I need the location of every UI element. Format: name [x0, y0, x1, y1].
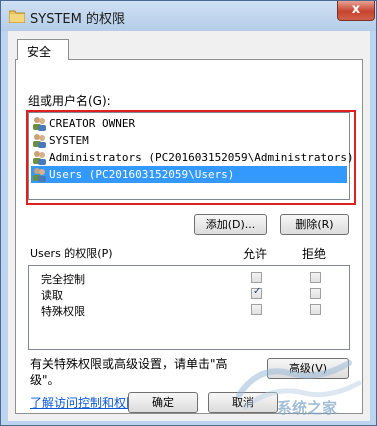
- tab-security[interactable]: 安全: [17, 39, 69, 60]
- users-listbox[interactable]: CREATOR OWNER SYSTEM Administrators (PC2…: [28, 112, 354, 200]
- remove-button[interactable]: 删除(R): [280, 214, 349, 235]
- user-group-icon: [33, 117, 46, 131]
- allow-checkbox[interactable]: [251, 272, 262, 283]
- list-item-label: SYSTEM: [49, 134, 89, 147]
- list-item-label: CREATOR OWNER: [49, 117, 136, 130]
- user-group-icon: [33, 168, 46, 182]
- permissions-header: Users 的权限(P): [30, 247, 113, 260]
- cancel-button[interactable]: 取消: [208, 392, 278, 413]
- user-group-icon: [33, 151, 46, 165]
- learn-access-control-link[interactable]: 了解访问控制和权限: [30, 394, 138, 411]
- permission-label: 读取: [41, 289, 63, 302]
- advanced-button[interactable]: 高级(V): [267, 358, 349, 379]
- title-bar[interactable]: SYSTEM 的权限 x: [1, 1, 376, 31]
- deny-checkbox[interactable]: [310, 272, 321, 283]
- list-item[interactable]: CREATOR OWNER: [31, 115, 347, 132]
- list-item[interactable]: Administrators (PC201603152059\Administr…: [31, 149, 354, 166]
- user-group-icon: [33, 134, 46, 148]
- list-item-selected[interactable]: Users (PC201603152059\Users): [31, 166, 347, 183]
- tab-security-label: 安全: [27, 45, 52, 59]
- list-item-label: Users (PC201603152059\Users): [49, 168, 235, 181]
- permission-label: 特殊权限: [41, 305, 85, 318]
- ok-button[interactable]: 确定: [128, 392, 198, 413]
- deny-header: 拒绝: [302, 247, 327, 261]
- allow-header: 允许: [243, 247, 268, 261]
- allow-checkbox[interactable]: [251, 304, 262, 315]
- folder-icon: [9, 10, 25, 23]
- security-panel: 组或用户名(G): CREATOR OWNER SYSTEM Administr…: [15, 59, 363, 414]
- deny-checkbox[interactable]: [310, 288, 321, 299]
- window-title: SYSTEM 的权限: [30, 12, 125, 27]
- checkmark-icon: ✓: [253, 286, 262, 297]
- close-icon: x: [351, 2, 361, 17]
- group-users-label: 组或用户名(G):: [28, 94, 111, 108]
- permission-label: 完全控制: [41, 273, 85, 286]
- list-item-label: Administrators (PC201603152059\Administr…: [49, 151, 354, 164]
- add-button[interactable]: 添加(D)...: [194, 214, 267, 235]
- special-permissions-note: 有关特殊权限或高级设置，请单击"高级"。: [30, 357, 228, 387]
- permissions-list: 完全控制 读取 ✓ 特殊权限: [28, 265, 350, 350]
- dialog-body: 安全 组或用户名(G): CREATOR OWNER SYSTEM Admini…: [8, 31, 370, 421]
- permissions-window: SYSTEM 的权限 x 安全 组或用户名(G): CREATOR OWNER: [0, 0, 377, 426]
- deny-checkbox[interactable]: [310, 304, 321, 315]
- close-button[interactable]: x: [337, 1, 375, 21]
- allow-checkbox[interactable]: ✓: [251, 286, 262, 299]
- list-item[interactable]: SYSTEM: [31, 132, 347, 149]
